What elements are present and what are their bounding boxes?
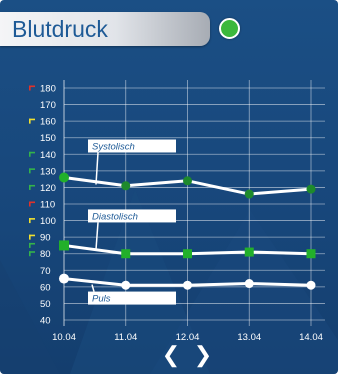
data-point: [183, 280, 192, 290]
data-point: [59, 240, 69, 251]
y-tick-label: 50: [40, 299, 51, 310]
zone-marker-icon: [29, 184, 31, 190]
y-tick-label: 120: [40, 183, 56, 194]
y-tick-label: 80: [40, 249, 51, 260]
blood-pressure-screen: Blutdruck 40 50 60 70 80 90 100 110 120 130 140 150…: [0, 0, 338, 374]
label-pointer: [95, 152, 99, 185]
chevron-right-icon[interactable]: ❯: [193, 344, 213, 366]
x-tick-label: 14.04: [299, 332, 323, 343]
data-point: [121, 280, 131, 290]
series-labels: Systolisch Diastolisch Puls: [88, 139, 176, 305]
y-axis-ticks: 40 50 60 70 80 90 100 110 120 130 140 150 160 170 180: [40, 84, 56, 327]
y-tick-label: 100: [40, 216, 56, 227]
data-point: [306, 280, 316, 290]
chart-grid: [63, 80, 325, 326]
y-tick-label: 70: [40, 266, 51, 277]
x-axis-ticks: 10.04 11.04 12.04 13.04 14.04: [52, 332, 323, 343]
y-tick-label: 40: [40, 316, 51, 327]
y-tick-label: 90: [40, 233, 51, 244]
x-tick-label: 13.04: [237, 332, 261, 343]
y-tick-label: 160: [40, 117, 56, 128]
zone-marker-icon: [29, 201, 31, 207]
data-point: [59, 172, 69, 183]
zone-marker-icon: [29, 118, 31, 124]
y-tick-label: 60: [40, 282, 51, 293]
data-point: [59, 273, 69, 284]
label-pointer: [95, 222, 99, 250]
series-label: Systolisch: [92, 141, 135, 152]
blood-pressure-chart: 405060708090100110120130140150160170180 …: [29, 80, 325, 343]
data-point: [244, 279, 254, 289]
zone-marker-icon: [29, 168, 31, 174]
series-label: Puls: [92, 294, 111, 305]
data-point: [244, 247, 254, 257]
zone-marker-icon: [29, 218, 31, 224]
zone-marker-icon: [29, 85, 31, 91]
y-tick-label: 180: [40, 84, 56, 95]
data-point: [121, 249, 131, 259]
x-tick-label: 11.04: [114, 332, 137, 343]
data-point: [306, 184, 316, 194]
zone-marker-icon: [29, 234, 31, 240]
label-pointer: [91, 284, 95, 292]
chevron-left-icon[interactable]: ❮: [161, 344, 181, 366]
y-tick-label: 140: [40, 150, 56, 161]
data-point: [244, 189, 254, 199]
data-point: [183, 249, 192, 259]
zone-marker-icon: [29, 242, 31, 248]
x-tick-label: 10.04: [52, 332, 76, 343]
y-tick-label: 170: [40, 100, 56, 111]
data-point: [121, 181, 131, 191]
data-point: [183, 176, 192, 186]
zone-markers: [29, 85, 35, 257]
y-tick-label: 150: [40, 133, 56, 144]
zone-marker-icon: [29, 251, 31, 257]
data-point: [306, 249, 316, 259]
series-label: Diastolisch: [92, 211, 138, 222]
zone-marker-icon: [29, 151, 31, 157]
y-tick-label: 110: [40, 200, 55, 211]
y-tick-label: 130: [40, 166, 56, 177]
